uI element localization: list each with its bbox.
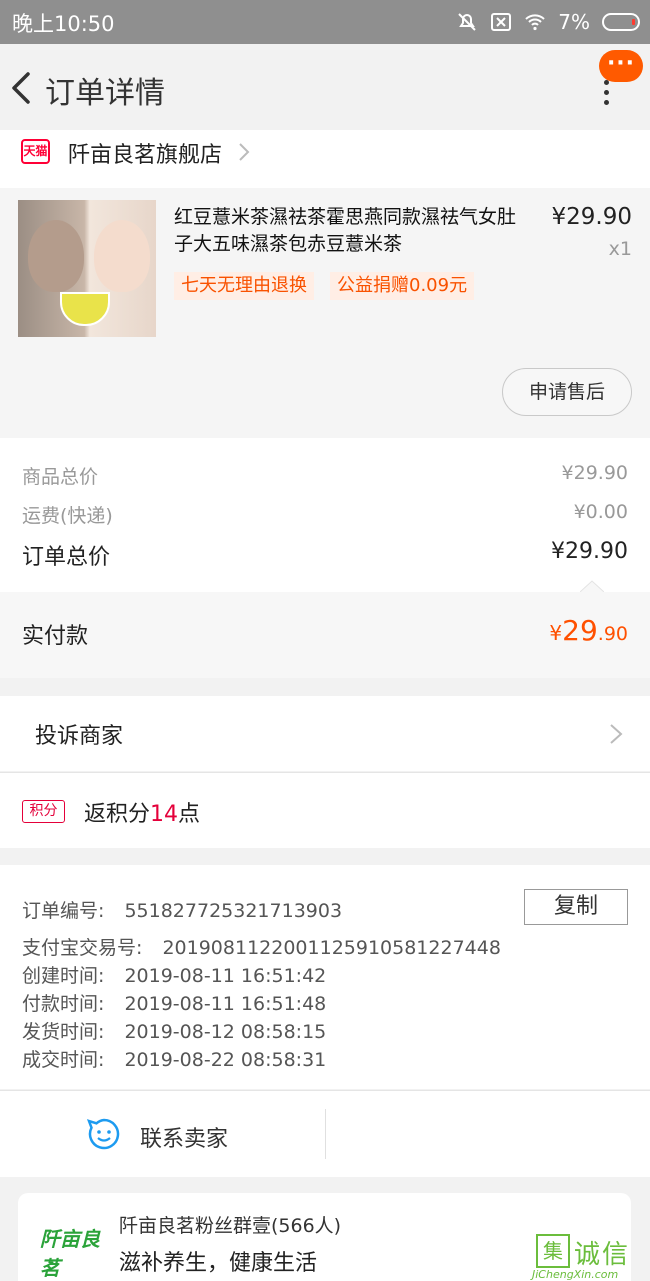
paid-time-value: 2019-08-11 16:51:48 xyxy=(124,993,327,1015)
contact-bar: 联系卖家 xyxy=(0,1090,650,1177)
caret-up-icon xyxy=(580,580,604,592)
paid-time-label: 付款时间: xyxy=(22,993,105,1015)
page-title: 订单详情 xyxy=(45,76,165,111)
created-label: 创建时间: xyxy=(22,965,105,987)
paid-integer: 29 xyxy=(562,614,598,647)
completed-label: 成交时间: xyxy=(22,1049,105,1071)
chat-smile-icon[interactable] xyxy=(87,1117,121,1151)
status-icons: 7% xyxy=(456,8,640,36)
shipping-label: 运费(快递) xyxy=(22,505,113,527)
points-row: 积分 返积分14点 xyxy=(0,772,650,848)
watermark-box: 集 xyxy=(536,1234,570,1268)
tag-return: 七天无理由退换 xyxy=(174,272,314,300)
more-dots-icon[interactable] xyxy=(600,80,612,106)
battery-icon xyxy=(602,13,640,31)
shipping-value: ¥0.00 xyxy=(573,501,628,523)
watermark-logo: 集 诚信 JiChengXin.com xyxy=(530,1232,650,1281)
alipay-value: 2019081122001125910581227448 xyxy=(162,937,501,959)
divider xyxy=(325,1109,326,1159)
paid-row: 实付款 ¥29.90 xyxy=(0,580,650,678)
product-image[interactable] xyxy=(18,200,156,337)
product-card[interactable]: 红豆薏米茶濕祛茶霍思燕同款濕祛气女肚子大五味濕茶包赤豆薏米茶 ¥29.90 x1… xyxy=(0,188,650,438)
product-quantity: x1 xyxy=(608,238,632,260)
completed-value: 2019-08-22 08:58:31 xyxy=(124,1049,327,1071)
goods-total-label: 商品总价 xyxy=(22,466,99,488)
order-info: 订单编号: 551827725321713903 复制 支付宝交易号: 2019… xyxy=(0,865,650,1089)
sim-none-icon xyxy=(491,13,512,31)
copy-button[interactable]: 复制 xyxy=(524,889,628,925)
back-arrow-icon[interactable] xyxy=(8,66,38,110)
wifi-icon xyxy=(525,14,545,31)
completed-row: 成交时间: 2019-08-22 08:58:31 xyxy=(22,1045,326,1072)
chevron-right-icon xyxy=(610,724,623,744)
paid-decimal: .90 xyxy=(597,623,628,645)
points-badge: 积分 xyxy=(22,800,65,823)
shipped-value: 2019-08-12 08:58:15 xyxy=(124,1021,327,1043)
paid-amount: ¥29.90 xyxy=(549,614,628,647)
points-prefix: 返积分 xyxy=(84,802,151,827)
bell-muted-icon xyxy=(458,13,476,31)
tag-charity: 公益捐赠0.09元 xyxy=(330,272,475,300)
paid-time-row: 付款时间: 2019-08-11 16:51:48 xyxy=(22,989,326,1016)
contact-seller-button[interactable]: 联系卖家 xyxy=(140,1121,228,1153)
order-total-value: ¥29.90 xyxy=(551,539,628,564)
status-time: 晚上10:50 xyxy=(12,12,115,36)
price-summary: 商品总价 ¥29.90 运费(快递) ¥0.00 订单总价 ¥29.90 xyxy=(0,438,650,592)
status-bar: 晚上10:50 7% xyxy=(0,0,650,44)
paid-label: 实付款 xyxy=(22,624,89,649)
shipped-label: 发货时间: xyxy=(22,1021,105,1043)
complain-merchant-label: 投诉商家 xyxy=(35,724,124,749)
created-row: 创建时间: 2019-08-11 16:51:42 xyxy=(22,961,326,988)
points-value: 14 xyxy=(150,802,179,827)
chevron-right-icon xyxy=(239,143,250,161)
order-number-row: 订单编号: 551827725321713903 xyxy=(22,896,342,923)
after-sale-button[interactable]: 申请售后 xyxy=(502,368,632,416)
goods-total-value: ¥29.90 xyxy=(561,462,628,484)
product-price: ¥29.90 xyxy=(551,204,632,230)
shop-name: 阡亩良茗旗舰店 xyxy=(68,143,223,168)
alipay-label: 支付宝交易号: xyxy=(22,937,143,959)
points-text: 返积分14点 xyxy=(84,796,200,828)
product-title[interactable]: 红豆薏米茶濕祛茶霍思燕同款濕祛气女肚子大五味濕茶包赤豆薏米茶 xyxy=(174,204,526,258)
brand-logo: 阡亩良茗 xyxy=(40,1227,100,1280)
group-name: 阡亩良茗粉丝群壹(566人) xyxy=(119,1215,342,1237)
alipay-row: 支付宝交易号: 2019081122001125910581227448 xyxy=(22,933,501,960)
order-total-label: 订单总价 xyxy=(22,545,111,570)
order-number-label: 订单编号: xyxy=(22,900,105,922)
more-menu-badge[interactable]: ··· xyxy=(599,50,643,82)
shop-row[interactable]: 天猫 阡亩良茗旗舰店 xyxy=(0,130,650,188)
battery-percent: 7% xyxy=(558,10,590,34)
order-number-value: 551827725321713903 xyxy=(124,900,343,922)
product-tags: 七天无理由退换 公益捐赠0.09元 xyxy=(174,272,475,300)
paid-currency: ¥ xyxy=(549,621,563,645)
points-suffix: 点 xyxy=(178,802,201,827)
complain-merchant-row[interactable]: 投诉商家 xyxy=(0,696,650,771)
watermark-url: JiChengXin.com xyxy=(532,1268,619,1281)
shipped-row: 发货时间: 2019-08-12 08:58:15 xyxy=(22,1017,326,1044)
tmall-icon: 天猫 xyxy=(21,139,50,164)
group-slogan: 滋补养生，健康生活 xyxy=(119,1251,318,1276)
created-value: 2019-08-11 16:51:42 xyxy=(124,965,327,987)
header: 订单详情 ··· xyxy=(0,44,650,130)
watermark-chars: 诚信 xyxy=(574,1240,631,1270)
